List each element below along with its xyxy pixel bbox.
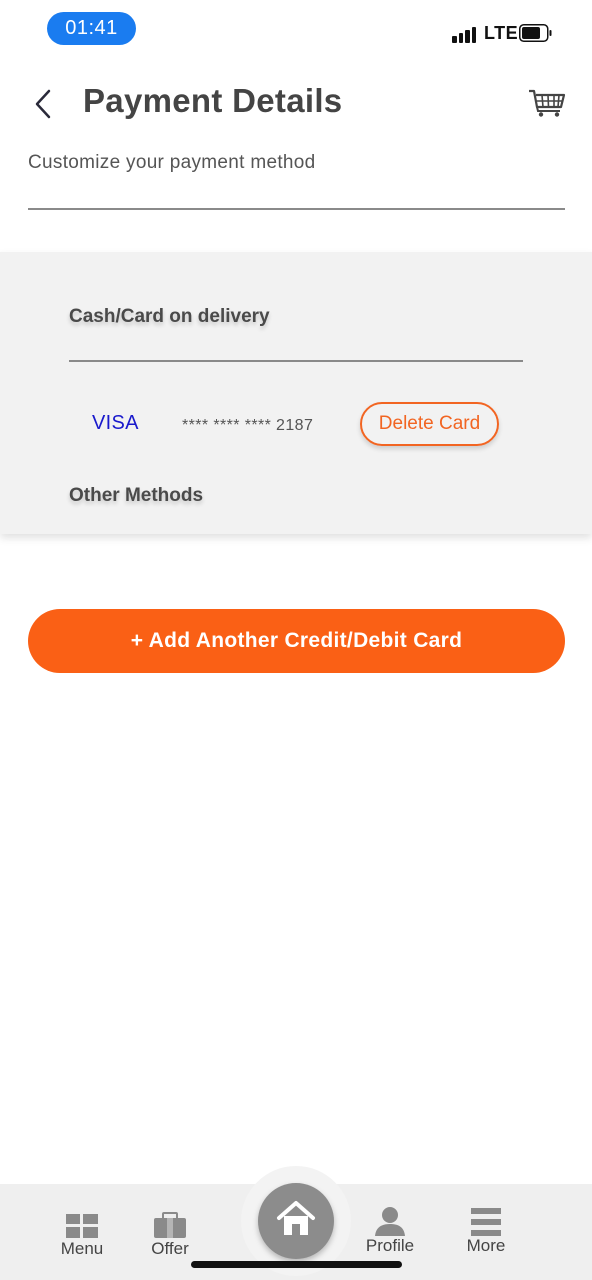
divider (28, 208, 565, 210)
status-bar: 01:41 LTE (0, 0, 592, 60)
payment-methods-panel: Cash/Card on delivery VISA **** **** ***… (0, 252, 592, 534)
delete-card-button[interactable]: Delete Card (360, 402, 499, 446)
home-button-circle (258, 1183, 334, 1259)
cod-heading[interactable]: Cash/Card on delivery (69, 306, 270, 328)
add-card-button[interactable]: + Add Another Credit/Debit Card (28, 609, 565, 673)
divider (69, 360, 523, 362)
grid-icon (66, 1214, 98, 1238)
battery-icon (519, 24, 552, 42)
nav-more[interactable]: More (441, 1184, 531, 1280)
home-icon (277, 1201, 315, 1235)
nav-more-label: More (466, 1236, 506, 1255)
signal-icon (452, 25, 478, 43)
gift-icon (154, 1212, 186, 1238)
nav-profile-label: Profile (365, 1236, 415, 1255)
page-subtitle: Customize your payment method (28, 152, 316, 173)
other-methods-heading[interactable]: Other Methods (69, 485, 203, 507)
network-type: LTE (484, 23, 519, 43)
person-icon (375, 1207, 405, 1236)
home-button[interactable] (241, 1166, 351, 1276)
cart-icon[interactable] (528, 88, 566, 118)
nav-menu[interactable]: Menu (37, 1184, 127, 1280)
back-chevron-icon[interactable] (30, 86, 60, 122)
list-icon (471, 1208, 501, 1236)
page-title: Payment Details (83, 82, 343, 119)
nav-offer-label: Offer (151, 1239, 189, 1258)
home-indicator (191, 1261, 402, 1268)
card-brand: VISA (92, 412, 139, 434)
card-number: **** **** **** 2187 (182, 417, 314, 434)
status-time: 01:41 (47, 12, 136, 45)
nav-menu-label: Menu (60, 1239, 104, 1258)
